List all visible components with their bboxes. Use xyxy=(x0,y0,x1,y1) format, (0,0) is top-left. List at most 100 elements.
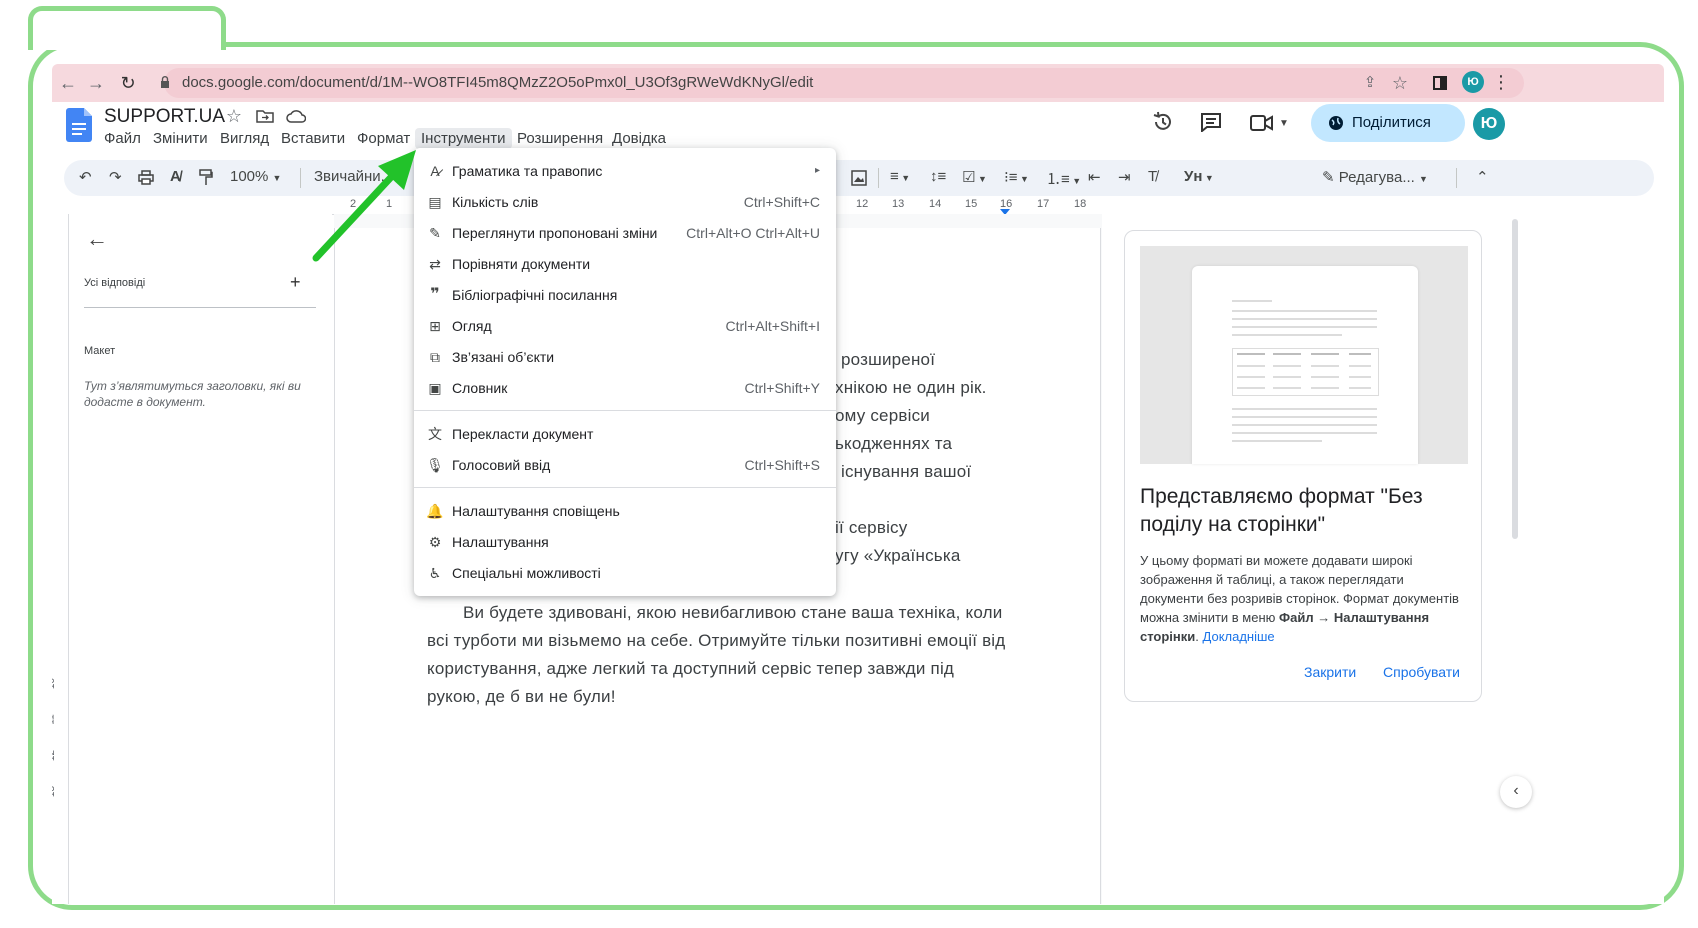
star-icon[interactable]: ☆ xyxy=(224,106,244,126)
ruler-tick: 9 xyxy=(52,645,54,651)
menu-item-review-changes[interactable]: ✎ Переглянути пропоновані зміни Ctrl+Alt… xyxy=(414,218,836,248)
menu-item-preferences[interactable]: ⚙ Налаштування xyxy=(414,527,836,557)
menu-item-shortcut: Ctrl+Shift+S xyxy=(744,457,820,473)
menu-edit[interactable]: Змінити xyxy=(147,128,214,149)
paragraph-line: користування, адже легкий та доступний с… xyxy=(427,659,955,678)
menu-view[interactable]: Вигляд xyxy=(214,128,275,149)
body-text-line: ому сервіси xyxy=(835,406,930,425)
ruler-tick: 3 xyxy=(52,427,54,433)
paint-format-icon[interactable] xyxy=(199,169,213,187)
add-tab-icon[interactable]: + xyxy=(290,272,301,293)
ruler-tick: 6 xyxy=(52,536,54,542)
body-text-line: хнікою не один рік. xyxy=(835,378,987,397)
ruler-tick: 15 xyxy=(965,198,978,210)
menu-item-label: Порівняти документи xyxy=(452,256,591,272)
globe-icon xyxy=(1329,116,1343,130)
url-text: docs.google.com/document/d/1M--WO8TFI45m… xyxy=(182,74,814,91)
menu-item-dictionary[interactable]: ▣ Словник Ctrl+Shift+Y xyxy=(414,373,836,403)
back-icon[interactable]: ← xyxy=(58,73,78,93)
print-icon[interactable] xyxy=(138,170,154,185)
body-text-line: розширеної xyxy=(841,350,936,369)
meet-dropdown-icon[interactable]: ▼ xyxy=(1278,114,1290,134)
menu-item-spelling-grammar[interactable]: A̷ Граматика та правопис ▸ xyxy=(414,156,836,186)
editing-mode-select[interactable]: ✎ Редагува... ▼ xyxy=(1322,168,1428,186)
menu-item-explore[interactable]: ⊞ Огляд Ctrl+Alt+Shift+I xyxy=(414,311,836,341)
vertical-scrollbar[interactable] xyxy=(1512,219,1518,539)
paragraph-line: Ви будете здивовані, якою невибагливою с… xyxy=(463,603,1003,622)
ruler-tick: 18 xyxy=(1074,198,1087,210)
clear-formatting-icon[interactable]: T̸ xyxy=(1148,168,1157,185)
ruler-tick: 2 xyxy=(52,247,54,253)
menu-item-translate-document[interactable]: 文 Перекласти документ xyxy=(414,419,836,449)
learn-more-link[interactable]: Докладніше xyxy=(1203,629,1275,644)
ruler-tick: 8 xyxy=(52,609,54,615)
frame-tab-joint xyxy=(33,40,221,50)
numbered-list-icon[interactable]: ⒈≡ ▼ xyxy=(1046,168,1081,189)
promo-title: Представляємо формат "Без поділу на стор… xyxy=(1140,485,1423,536)
ruler-tick: 14 xyxy=(929,198,942,210)
menu-item-label: Словник xyxy=(452,380,508,396)
docs-logo-icon[interactable] xyxy=(66,108,92,142)
forward-icon[interactable]: → xyxy=(86,73,106,93)
bell-icon: 🔔 xyxy=(426,503,444,519)
comments-icon[interactable] xyxy=(1200,112,1222,132)
side-panel-toggle-icon[interactable]: ‹ xyxy=(1500,776,1532,808)
increase-indent-icon[interactable]: ⇥ xyxy=(1118,168,1131,186)
menu-file[interactable]: Файл xyxy=(98,128,147,149)
menu-item-voice-typing[interactable]: 🎙 Голосовий ввід Ctrl+Shift+S xyxy=(414,450,836,480)
promo-description: У цьому форматі ви можете додавати широк… xyxy=(1140,551,1466,646)
browser-menu-icon[interactable]: ⋮ xyxy=(1492,72,1510,92)
reload-icon[interactable]: ↻ xyxy=(118,73,138,93)
menu-item-label: Голосовий ввід xyxy=(452,457,551,473)
bookmark-star-icon[interactable]: ☆ xyxy=(1390,73,1410,93)
accessibility-icon: ♿ xyxy=(428,565,442,581)
menu-item-linked-objects[interactable]: ⧉ Зв’язані об’єкти xyxy=(414,342,836,372)
body-text-line: існування вашої xyxy=(841,462,972,481)
promo-close-button[interactable]: Закрити xyxy=(1304,664,1356,680)
toolbar-divider xyxy=(878,168,879,188)
menu-item-accessibility[interactable]: ♿ Спеціальні можливості xyxy=(414,558,836,588)
menu-item-word-count[interactable]: ▤ Кількість слів Ctrl+Shift+C xyxy=(414,187,836,217)
outline-back-icon[interactable]: ← xyxy=(86,226,108,252)
insert-image-icon[interactable] xyxy=(851,170,867,186)
menu-item-citations[interactable]: ❞ Бібліографічні посилання xyxy=(414,280,836,310)
align-icon[interactable]: ≡ ▼ xyxy=(890,168,910,185)
decrease-indent-icon[interactable]: ⇤ xyxy=(1088,168,1101,186)
menu-item-notification-settings[interactable]: 🔔 Налаштування сповіщень xyxy=(414,496,836,526)
menu-extensions[interactable]: Розширення xyxy=(511,128,609,149)
menu-item-label: Спеціальні можливості xyxy=(452,565,601,581)
zoom-select[interactable]: 100% ▼ xyxy=(230,168,281,185)
browser-toolbar: ← → ↻ docs.google.com/document/d/1M--WO8… xyxy=(52,64,1664,102)
spellcheck-toolbar-icon[interactable]: A̸ xyxy=(170,168,181,185)
ruler-tick: 12 xyxy=(52,749,58,762)
collapse-menus-icon[interactable]: ⌃ xyxy=(1476,168,1489,186)
menu-item-compare-documents[interactable]: ⇄ Порівняти документи xyxy=(414,249,836,279)
ruler-tick: 11 xyxy=(52,714,57,725)
browser-profile-avatar[interactable]: Ю xyxy=(1462,71,1484,93)
version-history-icon[interactable] xyxy=(1152,111,1174,133)
undo-icon[interactable]: ↶ xyxy=(79,168,92,186)
user-avatar[interactable]: Ю xyxy=(1473,108,1505,140)
meet-camera-icon[interactable] xyxy=(1250,114,1274,132)
share-button[interactable]: Поділитися xyxy=(1311,104,1465,142)
line-spacing-icon[interactable]: ↕≡ xyxy=(930,168,946,185)
menu-item-shortcut: Ctrl+Shift+C xyxy=(743,194,820,210)
cloud-saved-icon[interactable] xyxy=(286,109,306,123)
promo-file-menu: Файл xyxy=(1279,610,1314,625)
checklist-icon[interactable]: ☑ ▼ xyxy=(962,168,987,186)
promo-arrow: → xyxy=(1313,610,1334,625)
bulleted-list-icon[interactable]: ⁝≡ ▼ xyxy=(1004,168,1029,186)
redo-icon[interactable]: ↷ xyxy=(109,168,122,186)
promo-try-button[interactable]: Спробувати xyxy=(1383,664,1460,680)
menu-item-label: Кількість слів xyxy=(452,194,539,210)
share-page-icon[interactable]: ⇪ xyxy=(1360,73,1380,93)
body-text-line: ії сервісу xyxy=(835,518,908,537)
vertical-ruler: 2 1 1 2 3 4 5 6 7 8 9 10 11 12 13 xyxy=(52,214,69,904)
document-title[interactable]: SUPPORT.UA xyxy=(104,106,225,128)
move-folder-icon[interactable] xyxy=(256,109,274,123)
side-panel-icon[interactable] xyxy=(1433,76,1447,90)
tabs-label: Усі відповіді xyxy=(84,277,146,289)
input-tools-icon[interactable]: Уʜ ▼ xyxy=(1184,168,1214,185)
pencil-icon: ✎ xyxy=(1322,169,1335,186)
menu-help[interactable]: Довідка xyxy=(606,128,672,149)
